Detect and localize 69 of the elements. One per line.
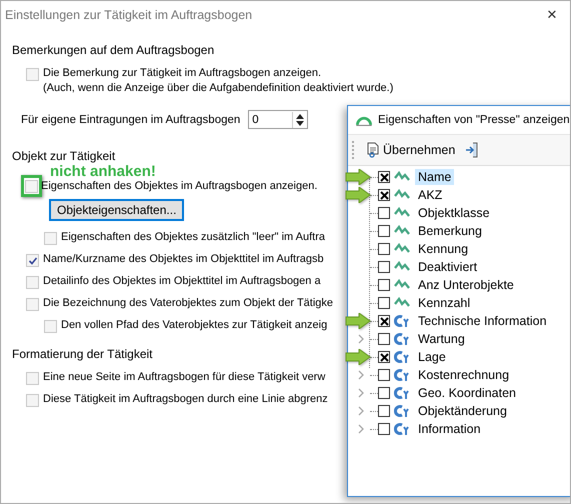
checkbox-label: Den vollen Pfad des Vaterobjektes zur Tätigkeit anzeig [61,319,328,331]
checkbox-label: Name/Kurzname des Objektes im Objekttitel im Auftragsb [43,253,324,265]
gear-group-icon [394,350,410,364]
gear-group-icon [394,422,410,436]
gear-group-icon [394,332,410,346]
properties-button[interactable]: Objekteigenschaften... [49,199,184,221]
checkbox-note: (Auch, wenn die Anzeige über die Aufgabendefinition deaktiviert wurde.) [43,82,394,94]
close-button[interactable]: ✕ [534,2,570,28]
checkbox-label: Eine neue Seite im Auftragsbogen für diese Tätigkeit verw [43,371,326,383]
tree-item[interactable]: AKZ [415,187,446,203]
wave-icon [394,171,410,183]
checkbox[interactable] [378,333,390,345]
popup-title: Eigenschaften von "Presse" anzeigen [378,114,570,126]
tree-item[interactable]: Information [415,421,484,437]
checkbox[interactable] [378,351,390,363]
wave-icon [394,225,410,237]
checkbox[interactable] [378,405,390,417]
tree-item[interactable]: Kostenrechnung [415,367,512,383]
tree-item[interactable]: Geo. Koordinaten [415,385,519,401]
checkbox[interactable] [378,225,390,237]
wave-icon [394,207,410,219]
checkbox[interactable] [378,423,390,435]
exit-icon[interactable] [465,142,480,158]
checkbox[interactable] [378,387,390,399]
tree-item[interactable]: Name [415,169,454,185]
tree-item[interactable]: Objektänderung [415,403,510,419]
tree-item[interactable]: Bemerkung [415,223,485,239]
down-arrow-icon[interactable] [296,120,304,126]
checkbox[interactable] [378,189,390,201]
tree-item[interactable]: Anz Unterobjekte [415,277,517,293]
document-icon [366,142,380,158]
checkbox[interactable] [378,207,390,219]
tree-item[interactable]: Wartung [415,331,468,347]
gear-group-icon [394,314,410,328]
wave-icon [394,279,410,291]
wave-icon [394,261,410,273]
checkbox-label: Diese Tätigkeit im Auftragsbogen durch eine Linie abgrenz [43,393,328,405]
section-heading: Bemerkungen auf dem Auftragsbogen [12,43,214,57]
field-label: Für eigene Eintragungen im Auftragsbogen [21,114,240,126]
tree-item[interactable]: Deaktiviert [415,259,480,275]
checkbox[interactable] [378,279,390,291]
annotation-text: nicht anhaken! [50,163,156,180]
wave-icon [394,297,410,309]
arc-icon [355,114,373,126]
checkbox-label: Die Bezeichnung des Vaterobjektes zum Objekt der Tätigke [43,297,334,309]
gear-group-icon [394,386,410,400]
window-title: Einstellungen zur Tätigkeit im Auftragsbogen [5,8,252,22]
tree-item[interactable]: Kennung [415,241,472,257]
checkbox[interactable] [378,261,390,273]
checkbox-label: Detailinfo des Objektes im Objekttitel im Auftragsbogen a [43,275,321,287]
checkbox-label: Die Bemerkung zur Tätigkeit im Auftragsbogen anzeigen. [43,67,322,79]
checkbox[interactable] [378,243,390,255]
wave-icon [394,189,410,201]
checkbox[interactable] [378,369,390,381]
checkbox-label: Eigenschaften des Objektes zusätzlich "leer" im Auftra [61,231,325,243]
checkbox[interactable] [378,297,390,309]
checkbox[interactable] [378,315,390,327]
tree-item[interactable]: Technische Information [415,313,550,329]
tree-item[interactable]: Lage [415,349,449,365]
checkbox[interactable] [378,171,390,183]
gear-group-icon [394,368,410,382]
wave-icon [394,243,410,255]
tree-item[interactable]: Kennzahl [415,295,474,311]
section-heading: Objekt zur Tätigkeit [12,149,116,163]
tree-item[interactable]: Objektklasse [415,205,493,221]
number-spinner[interactable]: 0 [248,110,308,129]
up-arrow-icon[interactable] [296,114,304,118]
section-heading: Formatierung der Tätigkeit [12,347,153,361]
gear-group-icon [394,404,410,418]
